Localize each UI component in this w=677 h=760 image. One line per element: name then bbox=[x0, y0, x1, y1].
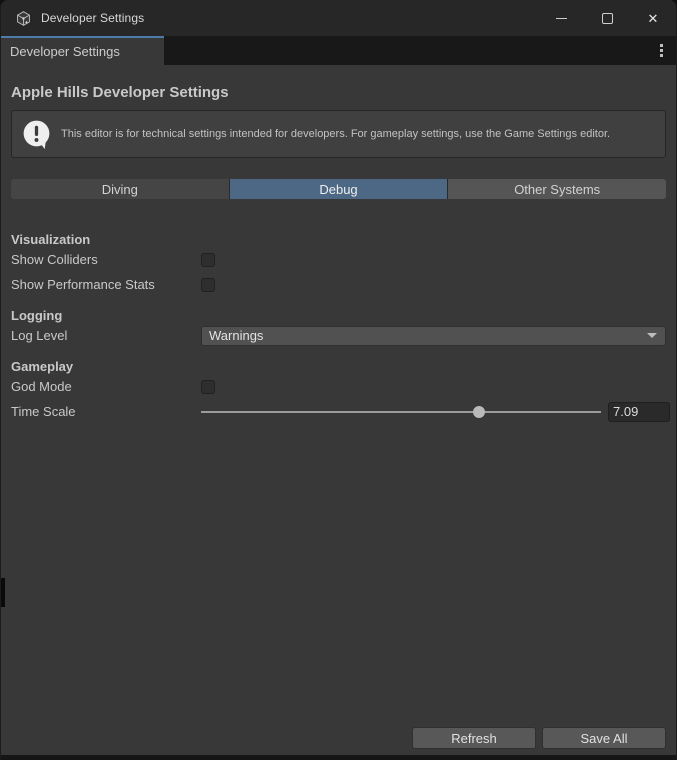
toolbar-tab-other-systems[interactable]: Other Systems bbox=[448, 179, 666, 199]
row-show-colliders: Show Colliders bbox=[11, 247, 666, 272]
row-show-performance-stats: Show Performance Stats bbox=[11, 272, 666, 297]
slider-thumb[interactable] bbox=[473, 406, 485, 418]
developer-settings-window: Developer Settings ✕ Developer Settings … bbox=[0, 0, 677, 760]
god-mode-checkbox[interactable] bbox=[201, 380, 215, 394]
category-toolbar: Diving Debug Other Systems bbox=[11, 179, 666, 199]
god-mode-label: God Mode bbox=[11, 379, 201, 394]
maximize-button[interactable] bbox=[584, 0, 630, 36]
minimize-button[interactable] bbox=[538, 0, 584, 36]
row-god-mode: God Mode bbox=[11, 374, 666, 399]
chevron-down-icon bbox=[647, 333, 657, 338]
time-scale-input[interactable] bbox=[608, 402, 670, 422]
footer-button-row: Refresh Save All bbox=[11, 727, 666, 749]
refresh-button[interactable]: Refresh bbox=[412, 727, 536, 749]
section-title-logging: Logging bbox=[11, 308, 666, 323]
kebab-menu-icon[interactable] bbox=[646, 36, 676, 65]
time-scale-label: Time Scale bbox=[11, 404, 201, 419]
log-level-value: Warnings bbox=[209, 328, 263, 343]
info-bubble-icon bbox=[20, 118, 53, 151]
page-title: Apple Hills Developer Settings bbox=[11, 84, 666, 101]
help-box-text: This editor is for technical settings in… bbox=[61, 127, 650, 142]
show-colliders-checkbox[interactable] bbox=[201, 253, 215, 267]
maximize-icon bbox=[602, 13, 613, 24]
window-titlebar[interactable]: Developer Settings ✕ bbox=[1, 0, 676, 36]
show-performance-stats-checkbox[interactable] bbox=[201, 278, 215, 292]
close-icon: ✕ bbox=[648, 12, 659, 25]
row-log-level: Log Level Warnings bbox=[11, 323, 666, 348]
unity-cube-icon bbox=[15, 10, 32, 27]
window-left-edge-notch bbox=[1, 578, 5, 607]
log-level-dropdown[interactable]: Warnings bbox=[201, 326, 666, 346]
editor-tab-bar: Developer Settings bbox=[1, 36, 676, 65]
log-level-label: Log Level bbox=[11, 328, 201, 343]
section-title-gameplay: Gameplay bbox=[11, 359, 666, 374]
settings-content: Apple Hills Developer Settings This edit… bbox=[1, 65, 676, 755]
help-box: This editor is for technical settings in… bbox=[11, 110, 666, 158]
toolbar-tab-debug[interactable]: Debug bbox=[230, 179, 449, 199]
section-title-visualization: Visualization bbox=[11, 232, 666, 247]
toolbar-tab-diving[interactable]: Diving bbox=[11, 179, 230, 199]
tab-label: Developer Settings bbox=[10, 44, 120, 59]
window-bottom-edge bbox=[1, 755, 676, 760]
show-performance-stats-label: Show Performance Stats bbox=[11, 277, 201, 292]
save-all-button[interactable]: Save All bbox=[542, 727, 666, 749]
tab-developer-settings[interactable]: Developer Settings bbox=[1, 36, 164, 65]
show-colliders-label: Show Colliders bbox=[11, 252, 201, 267]
window-title: Developer Settings bbox=[41, 11, 144, 25]
slider-track bbox=[201, 411, 601, 413]
window-controls: ✕ bbox=[538, 0, 676, 36]
time-scale-slider[interactable] bbox=[201, 402, 601, 422]
close-button[interactable]: ✕ bbox=[630, 0, 676, 36]
row-time-scale: Time Scale bbox=[11, 399, 666, 424]
minimize-icon bbox=[556, 18, 567, 19]
